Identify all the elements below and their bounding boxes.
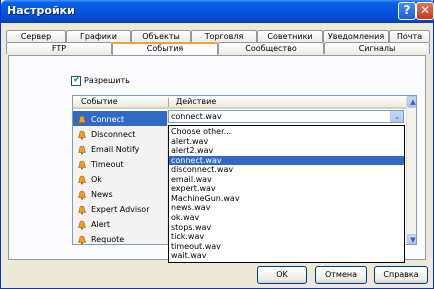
event-cell[interactable]: Requote bbox=[73, 231, 168, 244]
bell-icon bbox=[78, 130, 86, 140]
enable-label: Разрешить bbox=[84, 76, 130, 85]
bell-icon bbox=[78, 235, 86, 244]
dropdown-option[interactable]: tick.wav bbox=[169, 232, 404, 241]
dropdown-option[interactable]: connect.wav bbox=[169, 155, 404, 166]
chevron-down-icon[interactable]: ⌄ bbox=[390, 111, 403, 122]
tab-row-top: Сервер Графики Объекты Торговля Советник… bbox=[6, 30, 430, 42]
column-divider[interactable] bbox=[168, 98, 169, 107]
column-header-action[interactable]: Действие bbox=[176, 97, 216, 106]
sound-dropdown-list: Choose other... alert.wav alert2.wav connec… bbox=[168, 125, 405, 263]
enable-checkbox[interactable]: ✔ bbox=[71, 75, 81, 86]
tab-row-bottom: FTP События Сообщество Сигналы bbox=[6, 42, 430, 56]
dropdown-option[interactable]: news.wav bbox=[169, 203, 404, 212]
event-label: Alert bbox=[91, 220, 111, 229]
dropdown-option[interactable]: alert2.wav bbox=[169, 146, 404, 155]
table-scrollbar[interactable]: ▲ ▼ bbox=[406, 96, 416, 244]
dropdown-option[interactable]: disconnect.wav bbox=[169, 165, 404, 174]
tab-events[interactable]: События bbox=[112, 42, 218, 55]
event-label: Requote bbox=[91, 235, 125, 244]
bell-icon bbox=[78, 145, 86, 155]
tab-signals[interactable]: Сигналы bbox=[324, 42, 430, 54]
event-label: Disconnect bbox=[91, 130, 136, 139]
combo-value: connect.wav bbox=[171, 112, 222, 121]
ok-button[interactable]: OK bbox=[257, 266, 307, 284]
cancel-button[interactable]: Отмена bbox=[315, 266, 367, 284]
scroll-down-button[interactable]: ▼ bbox=[407, 234, 416, 244]
column-header-event[interactable]: Событие bbox=[81, 97, 118, 106]
dropdown-option[interactable]: wait.wav bbox=[169, 251, 404, 260]
title-bar: Настройки ? ✕ bbox=[1, 0, 434, 23]
tab-charts[interactable]: Графики bbox=[66, 30, 131, 42]
event-label: Expert Advisor bbox=[91, 205, 150, 214]
bell-icon bbox=[78, 160, 86, 170]
event-label: News bbox=[91, 190, 113, 199]
dropdown-option[interactable]: stops.wav bbox=[169, 223, 404, 232]
dropdown-option[interactable]: alert.wav bbox=[169, 137, 404, 146]
dropdown-option[interactable]: MachineGun.wav bbox=[169, 194, 404, 203]
tab-community[interactable]: Сообщество bbox=[218, 42, 324, 54]
event-label: Timeout bbox=[91, 160, 124, 169]
event-label: Ok bbox=[91, 175, 102, 184]
window-title: Настройки bbox=[7, 4, 75, 17]
settings-window: Настройки ? ✕ Сервер Графики Объекты Тор… bbox=[0, 0, 434, 289]
bell-icon bbox=[78, 220, 86, 230]
help-button[interactable]: Справка bbox=[374, 266, 428, 284]
bell-icon bbox=[78, 190, 86, 200]
tab-trading[interactable]: Торговля bbox=[191, 30, 257, 42]
tab-experts[interactable]: Советники bbox=[257, 30, 323, 42]
tab-objects[interactable]: Объекты bbox=[131, 30, 191, 42]
scroll-up-button[interactable]: ▲ bbox=[407, 96, 416, 108]
tab-server[interactable]: Сервер bbox=[6, 30, 66, 42]
checkmark-icon: ✔ bbox=[73, 75, 81, 85]
close-button[interactable]: ✕ bbox=[416, 2, 434, 20]
dropdown-option[interactable]: expert.wav bbox=[169, 184, 404, 193]
tab-email[interactable]: Почта bbox=[389, 30, 430, 42]
event-label: Connect bbox=[91, 115, 125, 124]
dropdown-option[interactable]: timeout.wav bbox=[169, 242, 404, 251]
bell-icon bbox=[78, 205, 86, 215]
dropdown-option[interactable]: Choose other... bbox=[169, 127, 404, 136]
help-title-button[interactable]: ? bbox=[398, 2, 416, 20]
tab-ftp[interactable]: FTP bbox=[6, 42, 112, 54]
tab-notifications[interactable]: Уведомления bbox=[323, 30, 389, 42]
dropdown-option[interactable]: email.wav bbox=[169, 175, 404, 184]
bell-icon bbox=[78, 115, 86, 125]
table-header: Событие Действие bbox=[73, 96, 416, 109]
bell-icon bbox=[78, 175, 86, 185]
dropdown-option[interactable]: ok.wav bbox=[169, 213, 404, 222]
action-sound-combobox[interactable]: connect.wav ⌄ bbox=[168, 110, 404, 123]
event-label: Email Notify bbox=[91, 145, 140, 154]
